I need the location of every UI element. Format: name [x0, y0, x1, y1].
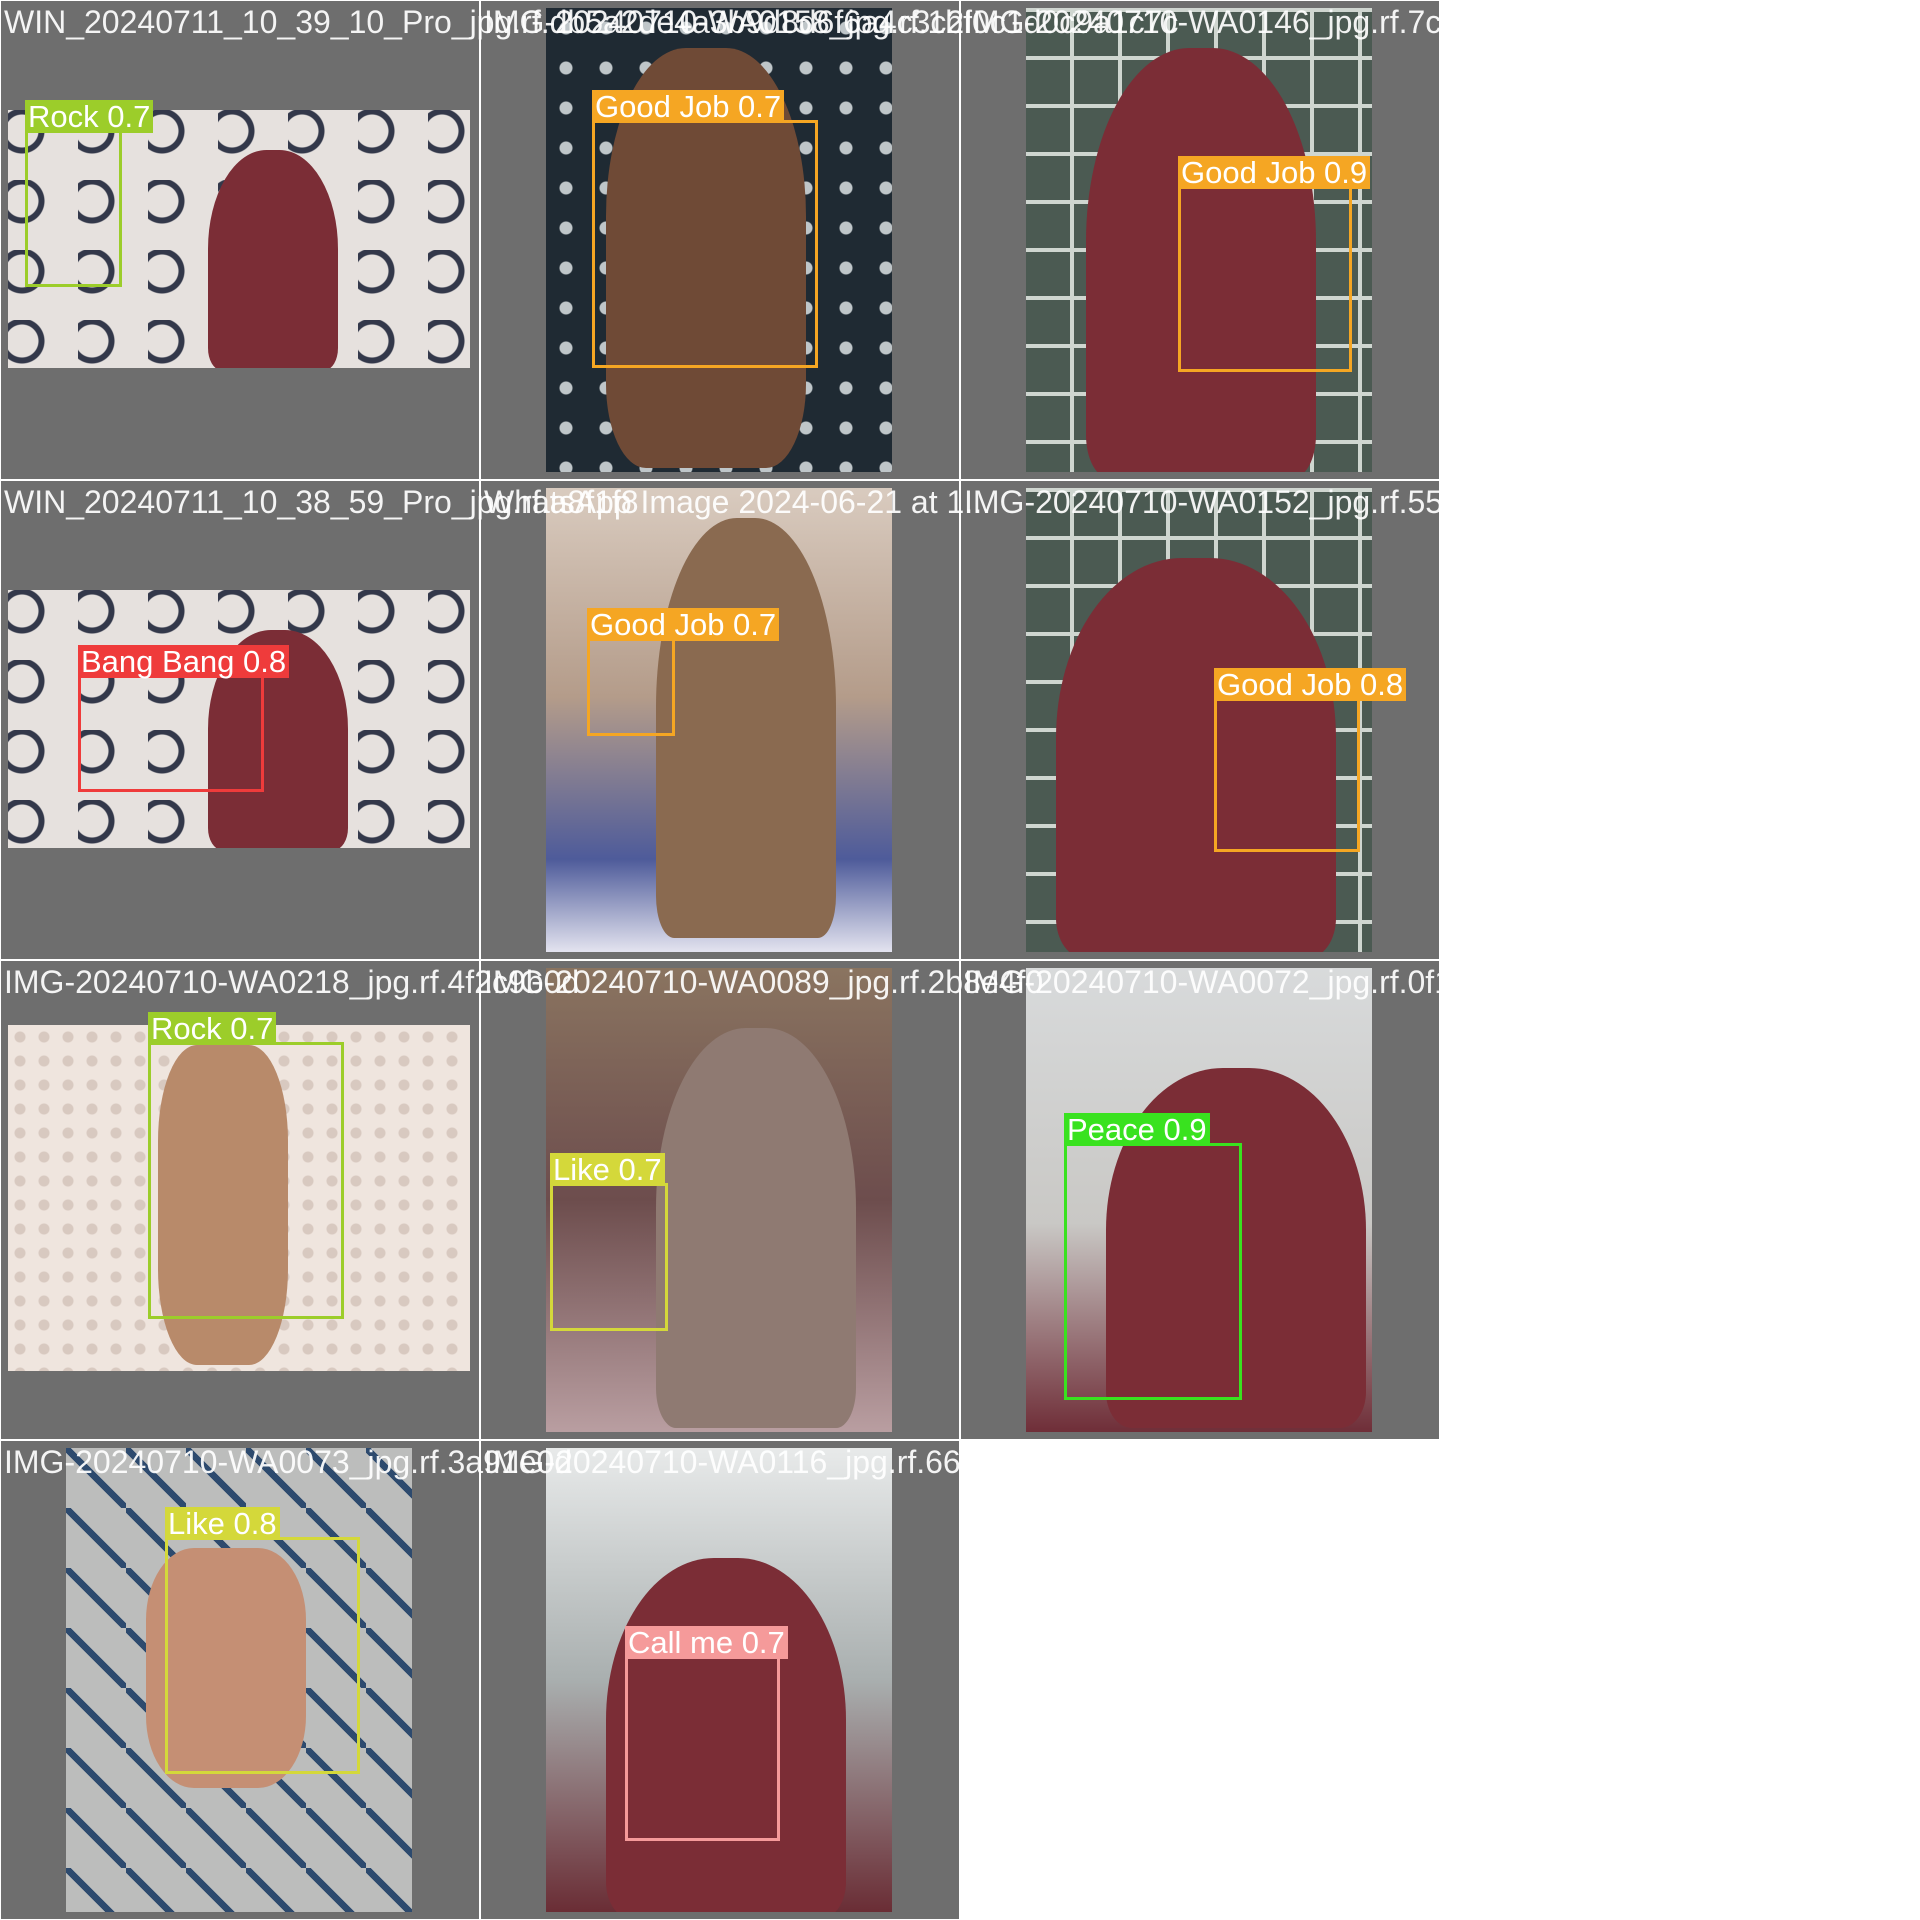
- bbox-good-job: Good Job 0.9: [1178, 156, 1371, 372]
- person-figure: [208, 150, 338, 368]
- bbox-label: Rock 0.7: [25, 100, 154, 133]
- bbox-label: Good Job 0.9: [1178, 156, 1371, 189]
- detection-grid: Rock 0.7 Good Job 0.7 Good Job 0.9 Bang …: [0, 0, 1920, 1920]
- tile-caption: IMG-20240710-WA0089_jpg.rf.2b8e4f0: [484, 964, 1044, 1000]
- tile-10: Like 0.8: [0, 1440, 480, 1920]
- tile-2: Good Job 0.7: [480, 0, 960, 480]
- bbox-like: Like 0.8: [165, 1507, 360, 1774]
- tile-9: Peace 0.9: [960, 960, 1440, 1440]
- bbox-label: Like 0.7: [550, 1153, 665, 1186]
- tile-6: Good Job 0.8: [960, 480, 1440, 960]
- bbox-call-me: Call me 0.7: [625, 1626, 788, 1841]
- bbox-label: Like 0.8: [165, 1507, 280, 1540]
- bbox-rock: Rock 0.7: [25, 100, 154, 287]
- tile-7: Rock 0.7: [0, 960, 480, 1440]
- bbox-label: Rock 0.7: [148, 1012, 277, 1045]
- bbox-peace: Peace 0.9: [1064, 1113, 1242, 1400]
- tile-5: Good Job 0.7: [480, 480, 960, 960]
- bbox-label: Good Job 0.7: [587, 608, 780, 641]
- tile-caption: IMG-20240710-WA0072_jpg.rf.0f14391091cee: [964, 964, 1629, 1000]
- tile-3: Good Job 0.9: [960, 0, 1440, 480]
- person-figure: [656, 1028, 856, 1428]
- bbox-good-job: Good Job 0.8: [1214, 668, 1407, 852]
- bbox-bang-bang: Bang Bang 0.8: [78, 645, 290, 792]
- bbox-good-job: Good Job 0.7: [587, 608, 780, 736]
- bbox-rock: Rock 0.7: [148, 1012, 344, 1319]
- tile-8: Like 0.7: [480, 960, 960, 1440]
- bbox-label: Call me 0.7: [625, 1626, 788, 1659]
- tile-11: Call me 0.7: [480, 1440, 960, 1920]
- bbox-label: Good Job 0.8: [1214, 668, 1407, 701]
- tile-1: Rock 0.7: [0, 0, 480, 480]
- bbox-label: Good Job 0.7: [592, 90, 785, 123]
- person-figure: [656, 518, 836, 938]
- bbox-like: Like 0.7: [550, 1153, 668, 1331]
- bbox-label: Peace 0.9: [1064, 1113, 1210, 1146]
- tile-caption: IMG-20240710-WA0116_jpg.rf.66207ef389aff: [484, 1444, 1130, 1480]
- tile-caption: IMG-20240710-WA0152_jpg.rf.55de43fb9ef8d: [964, 484, 1622, 520]
- tile-caption: IMG-20240710-WA0146_jpg.rf.7cd6606e879be: [964, 4, 1638, 40]
- bbox-label: Bang Bang 0.8: [78, 645, 290, 678]
- bbox-good-job: Good Job 0.7: [592, 90, 818, 368]
- tile-caption: WhatsApp Image 2024-06-21 at 1...: [484, 484, 991, 520]
- tile-4: Bang Bang 0.8: [0, 480, 480, 960]
